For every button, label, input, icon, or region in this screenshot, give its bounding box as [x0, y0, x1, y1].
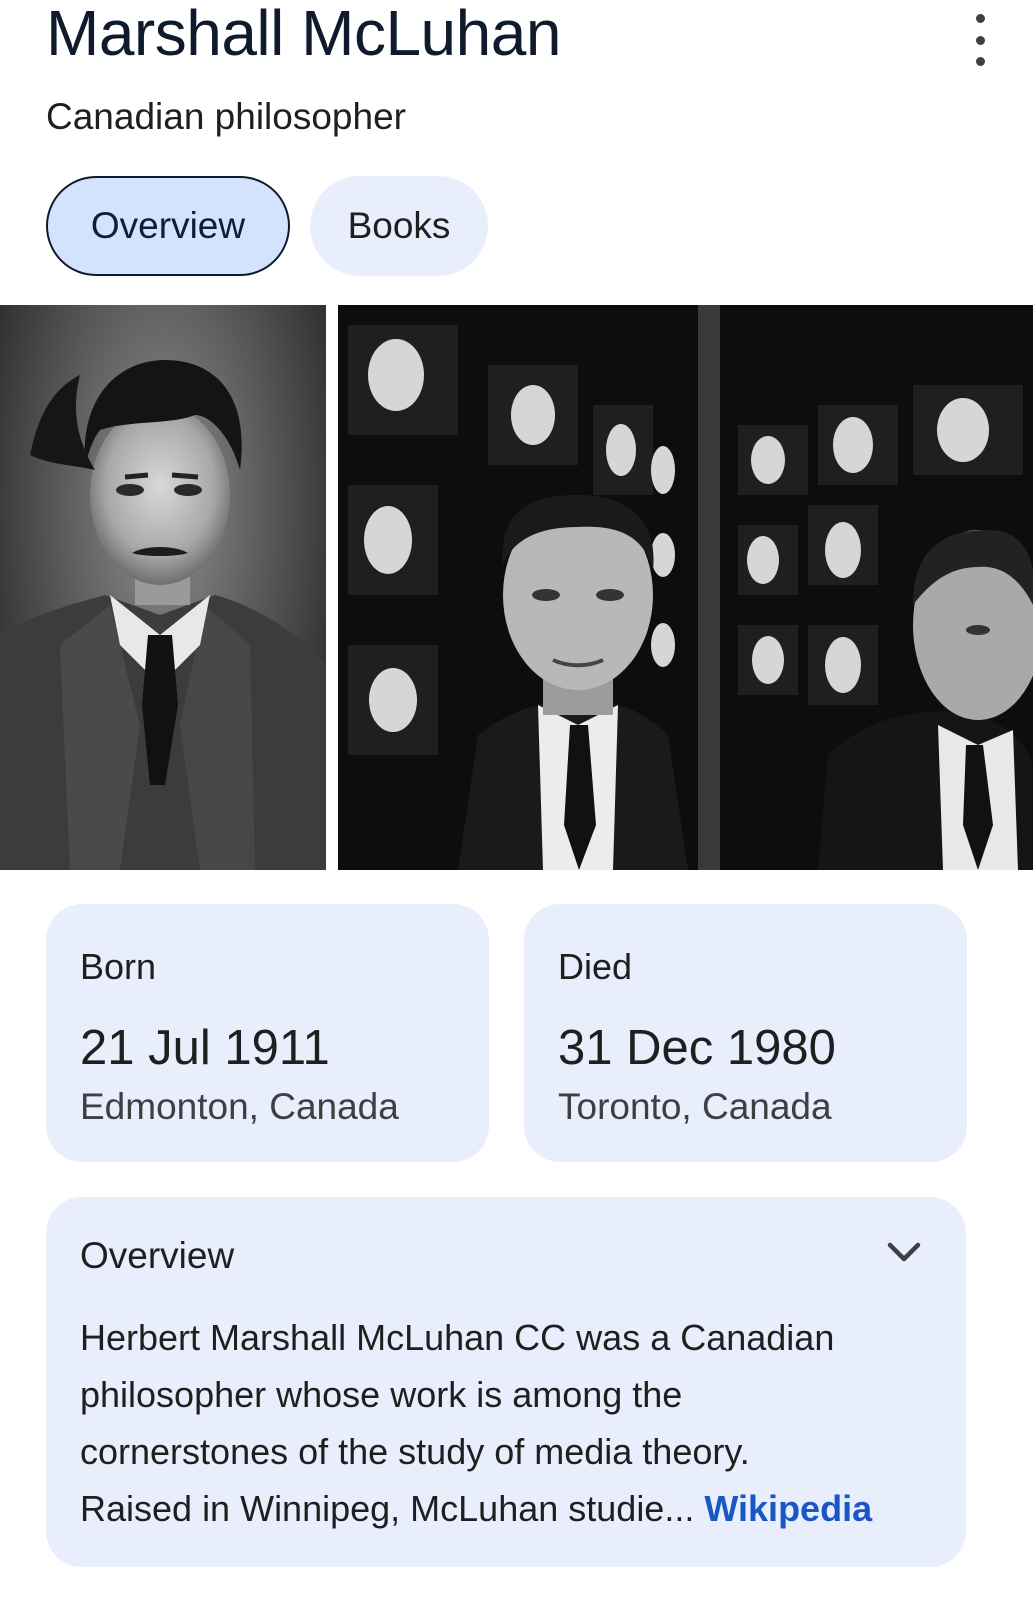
overview-line: Raised in Winnipeg, McLuhan studie — [80, 1488, 665, 1529]
page-title: Marshall McLuhan — [46, 0, 561, 69]
portrait-illustration — [0, 360, 326, 870]
overview-line: philosopher whose work is among the — [80, 1374, 683, 1415]
wikipedia-link[interactable]: Wikipedia — [704, 1488, 872, 1529]
header: Marshall McLuhan Canadian philosopher — [46, 0, 986, 160]
tv-wall-photo[interactable] — [338, 305, 1033, 870]
overview-text: Herbert Marshall McLuhan CC was a Canadi… — [80, 1309, 940, 1537]
image-gallery — [0, 305, 1033, 870]
born-label: Born — [80, 946, 157, 987]
died-label: Died — [558, 946, 633, 987]
more-dot — [975, 57, 985, 66]
overview-line: Herbert Marshall McLuhan CC was a Canadi… — [80, 1317, 835, 1358]
chevron-down-icon[interactable] — [884, 1237, 924, 1269]
ellipsis: ... — [664, 1488, 695, 1529]
more-dot — [975, 35, 985, 45]
born-date: 21 Jul 1911 — [80, 1021, 330, 1075]
overview-card[interactable]: Overview Herbert Marshall McLuhan CC was… — [46, 1197, 966, 1567]
page-subtitle: Canadian philosopher — [46, 96, 406, 137]
died-card[interactable]: Died 31 Dec 1980 Toronto, Canada — [524, 904, 967, 1162]
overview-heading: Overview — [80, 1235, 235, 1276]
tab-books[interactable]: Books — [310, 176, 488, 276]
born-place: Edmonton, Canada — [80, 1086, 399, 1127]
more-dot — [975, 14, 985, 23]
born-card[interactable]: Born 21 Jul 1911 Edmonton, Canada — [46, 904, 489, 1162]
tv-wall-illustration — [338, 305, 1033, 870]
overview-line-last: Raised in Winnipeg, McLuhan studie... Wi… — [80, 1480, 940, 1537]
more-vert-icon[interactable] — [966, 14, 994, 66]
overview-line: cornerstones of the study of media theor… — [80, 1431, 750, 1472]
portrait-photo[interactable] — [0, 305, 326, 870]
tab-overview[interactable]: Overview — [46, 176, 290, 276]
died-place: Toronto, Canada — [558, 1086, 832, 1127]
died-date: 31 Dec 1980 — [558, 1021, 836, 1075]
tab-bar: Overview Books — [46, 176, 488, 276]
